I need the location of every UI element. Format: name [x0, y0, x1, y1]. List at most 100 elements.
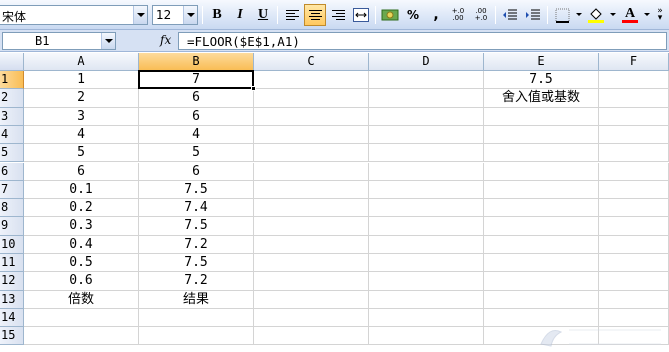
- cell-d1[interactable]: [369, 71, 484, 90]
- borders-dropdown-icon[interactable]: [576, 13, 582, 16]
- cell-f13[interactable]: [599, 290, 669, 309]
- cell-f4[interactable]: [599, 125, 669, 145]
- cell-d15[interactable]: [369, 327, 484, 346]
- cell-d14[interactable]: [369, 308, 484, 328]
- borders-button[interactable]: [551, 4, 573, 26]
- cell-a12[interactable]: 0.6: [24, 272, 139, 291]
- cell-a13[interactable]: 倍数: [24, 290, 139, 309]
- font-color-button[interactable]: A: [619, 4, 641, 26]
- cell-a2[interactable]: 2: [24, 89, 139, 108]
- cell-a15[interactable]: [24, 327, 139, 346]
- cell-d7[interactable]: [369, 180, 484, 200]
- cell-b10[interactable]: 7.2: [139, 235, 254, 254]
- percent-button[interactable]: %: [402, 4, 424, 26]
- cell-e12[interactable]: [484, 272, 599, 291]
- cell-d10[interactable]: [369, 235, 484, 254]
- cell-b4[interactable]: 4: [139, 125, 254, 145]
- cell-c11[interactable]: [254, 254, 369, 273]
- column-header-b[interactable]: B: [139, 53, 254, 71]
- cell-c4[interactable]: [254, 125, 369, 145]
- cell-c1[interactable]: [254, 71, 369, 90]
- cell-e9[interactable]: [484, 217, 599, 236]
- cell-b1[interactable]: 7: [139, 71, 254, 90]
- cell-f10[interactable]: [599, 235, 669, 254]
- cell-f3[interactable]: [599, 107, 669, 126]
- cell-a1[interactable]: 1: [24, 71, 139, 90]
- cell-e4[interactable]: [484, 125, 599, 145]
- cell-d5[interactable]: [369, 144, 484, 163]
- cell-f12[interactable]: [599, 272, 669, 291]
- font-name-dropdown-icon[interactable]: [133, 6, 147, 24]
- row-header-9[interactable]: 9: [0, 217, 24, 236]
- cell-e10[interactable]: [484, 235, 599, 254]
- row-header-2[interactable]: 2: [0, 89, 24, 108]
- decrease-decimal-button[interactable]: .00 +.0: [470, 4, 492, 26]
- row-header-3[interactable]: 3: [0, 107, 24, 126]
- cell-f5[interactable]: [599, 144, 669, 163]
- cell-c5[interactable]: [254, 144, 369, 163]
- column-header-d[interactable]: D: [369, 53, 484, 71]
- column-header-c[interactable]: C: [254, 53, 369, 71]
- cell-c6[interactable]: [254, 162, 369, 181]
- cell-f6[interactable]: [599, 162, 669, 181]
- cell-d3[interactable]: [369, 107, 484, 126]
- cell-f11[interactable]: [599, 254, 669, 273]
- cell-b13[interactable]: 结果: [139, 290, 254, 309]
- cell-e2[interactable]: 舍入值或基数: [484, 89, 599, 108]
- row-header-5[interactable]: 5: [0, 144, 24, 163]
- cell-e1[interactable]: 7.5: [484, 71, 599, 90]
- cell-b3[interactable]: 6: [139, 107, 254, 126]
- row-header-6[interactable]: 6: [0, 162, 24, 181]
- cell-d9[interactable]: [369, 217, 484, 236]
- row-header-4[interactable]: 4: [0, 125, 24, 145]
- bold-button[interactable]: B: [206, 4, 228, 26]
- cell-c8[interactable]: [254, 199, 369, 218]
- select-all-corner[interactable]: [0, 53, 24, 71]
- cell-b12[interactable]: 7.2: [139, 272, 254, 291]
- cell-c14[interactable]: [254, 308, 369, 328]
- cell-a11[interactable]: 0.5: [24, 254, 139, 273]
- font-name-combo[interactable]: 宋体: [0, 5, 148, 25]
- cell-a9[interactable]: 0.3: [24, 217, 139, 236]
- cell-e7[interactable]: [484, 180, 599, 200]
- cell-e11[interactable]: [484, 254, 599, 273]
- row-header-7[interactable]: 7: [0, 180, 24, 200]
- cell-c3[interactable]: [254, 107, 369, 126]
- fill-color-dropdown-icon[interactable]: [610, 13, 616, 16]
- row-header-1[interactable]: 1: [0, 71, 24, 90]
- column-header-f[interactable]: F: [599, 53, 669, 71]
- align-right-button[interactable]: [327, 4, 349, 26]
- cell-a8[interactable]: 0.2: [24, 199, 139, 218]
- cell-f8[interactable]: [599, 199, 669, 218]
- row-header-11[interactable]: 11: [0, 254, 24, 273]
- cell-d12[interactable]: [369, 272, 484, 291]
- row-header-10[interactable]: 10: [0, 235, 24, 254]
- cell-b2[interactable]: 6: [139, 89, 254, 108]
- currency-button[interactable]: [379, 4, 401, 26]
- row-header-8[interactable]: 8: [0, 199, 24, 218]
- column-header-e[interactable]: E: [484, 53, 599, 71]
- cell-b11[interactable]: 7.5: [139, 254, 254, 273]
- cell-b8[interactable]: 7.4: [139, 199, 254, 218]
- cell-e3[interactable]: [484, 107, 599, 126]
- cell-e13[interactable]: [484, 290, 599, 309]
- align-center-button[interactable]: [304, 4, 326, 26]
- cell-a7[interactable]: 0.1: [24, 180, 139, 200]
- cell-a14[interactable]: [24, 308, 139, 328]
- formula-input[interactable]: =FLOOR($E$1,A1): [178, 32, 667, 50]
- italic-button[interactable]: I: [229, 4, 251, 26]
- toolbar-options-chevron-icon[interactable]: » ▾: [655, 7, 665, 23]
- cell-a5[interactable]: 5: [24, 144, 139, 163]
- fill-color-button[interactable]: [585, 4, 607, 26]
- cell-f1[interactable]: [599, 71, 669, 90]
- name-box-dropdown-icon[interactable]: [101, 33, 115, 49]
- font-color-dropdown-icon[interactable]: [644, 13, 650, 16]
- fill-handle[interactable]: [251, 86, 256, 92]
- cell-e8[interactable]: [484, 199, 599, 218]
- cell-e5[interactable]: [484, 144, 599, 163]
- increase-decimal-button[interactable]: +.0 .00: [447, 4, 469, 26]
- cell-c13[interactable]: [254, 290, 369, 309]
- increase-indent-button[interactable]: [522, 4, 544, 26]
- decrease-indent-button[interactable]: [499, 4, 521, 26]
- cell-d8[interactable]: [369, 199, 484, 218]
